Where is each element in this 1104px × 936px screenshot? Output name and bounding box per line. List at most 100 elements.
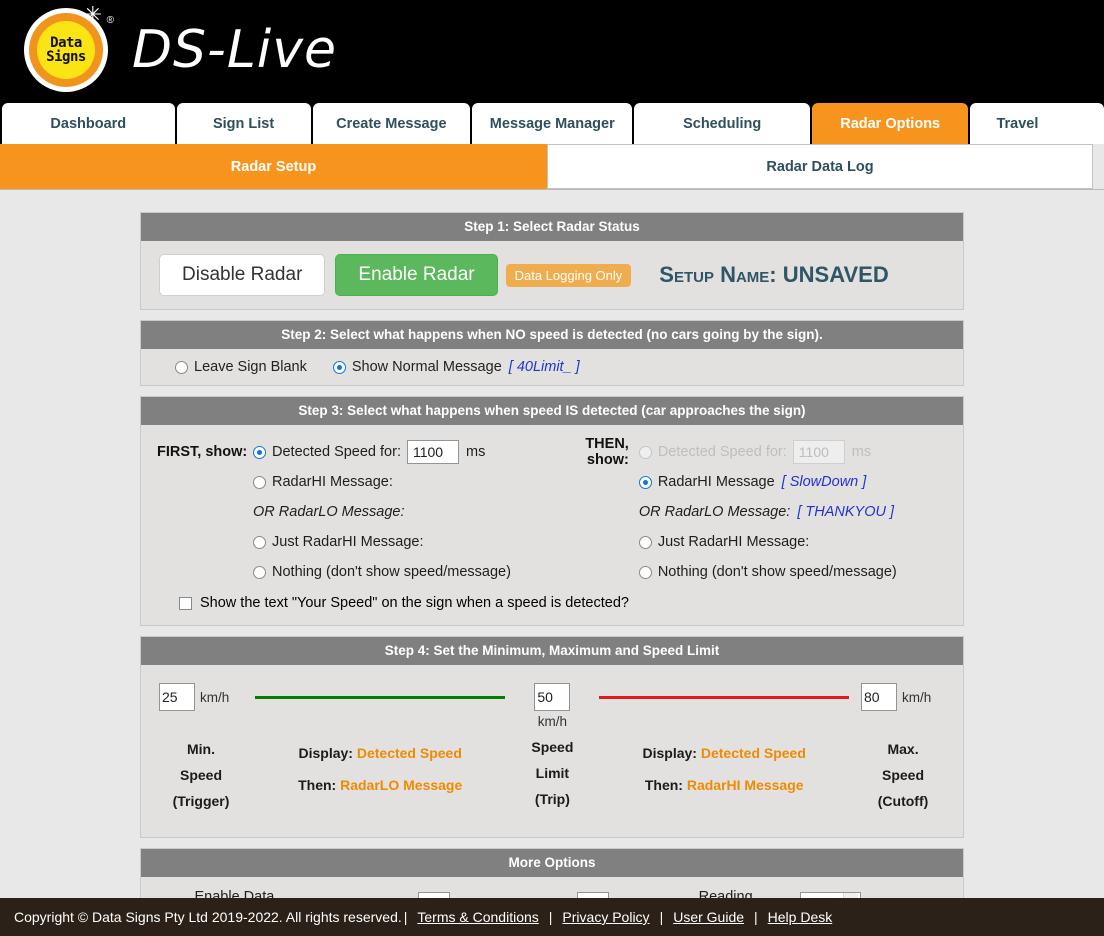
subtab-radar-data-log[interactable]: Radar Data Log xyxy=(547,144,1093,189)
then-radarlo-reference[interactable]: [ THANKYOU ] xyxy=(797,504,894,520)
enable-radar-button[interactable]: Enable Radar xyxy=(335,254,497,296)
then-detected-speed-label: Detected Speed for: xyxy=(658,444,787,460)
radio-leave-sign-blank[interactable] xyxy=(175,361,188,374)
setup-name-value: UNSAVED xyxy=(783,262,889,287)
step3-first-column: FIRST, show: Detected Speed for: ms Rada… xyxy=(157,437,543,587)
first-detected-speed-duration-input[interactable] xyxy=(407,440,459,464)
step2-title: Step 2: Select what happens when NO spee… xyxy=(141,321,963,349)
step1-body: Disable Radar Enable Radar Data Logging … xyxy=(141,241,963,309)
limit-caption-line2: Limit xyxy=(517,761,587,787)
step2-panel: Step 2: Select what happens when NO spee… xyxy=(140,320,964,386)
logo-core: Data Signs xyxy=(37,21,95,79)
disable-radar-button[interactable]: Disable Radar xyxy=(159,254,325,296)
speed-limit-input[interactable] xyxy=(534,683,570,711)
then-detected-speed-duration-input[interactable] xyxy=(793,440,845,464)
nav-tab-travel[interactable]: Travel xyxy=(970,103,1104,144)
page-footer: Copyright © Data Signs Pty Ltd 2019-2022… xyxy=(0,898,1104,936)
first-just-radarhi-label: Just RadarHI Message: xyxy=(272,534,424,550)
radio-then-radarhi-message[interactable] xyxy=(639,476,652,489)
logo-text-line1: Data xyxy=(50,36,82,50)
step3-then-column: THEN, show: Detected Speed for: ms Radar… xyxy=(543,437,947,587)
radio-then-nothing[interactable] xyxy=(639,566,652,579)
min-caption-line2: Speed xyxy=(159,763,243,789)
step4-panel: Step 4: Set the Minimum, Maximum and Spe… xyxy=(140,636,964,838)
max-caption-line3: (Cutoff) xyxy=(861,789,945,815)
first-nothing-label: Nothing (don't show speed/message) xyxy=(272,564,511,580)
then-or-radarlo-label: OR RadarLO Message: xyxy=(639,504,791,520)
radio-first-nothing[interactable] xyxy=(253,566,266,579)
high-display-label: Display: xyxy=(643,745,697,761)
footer-link-privacy[interactable]: Privacy Policy xyxy=(562,909,649,925)
registered-trademark-icon: ® xyxy=(107,16,114,26)
speed-range-track: km/h Min. Speed (Trigger) Disp xyxy=(159,683,945,815)
option-show-normal-message[interactable]: Show Normal Message [ 40Limit_ ] xyxy=(333,359,580,375)
then-radarhi-reference[interactable]: [ SlowDown ] xyxy=(782,474,867,490)
step1-title: Step 1: Select Radar Status xyxy=(141,213,963,241)
first-radarlo-row: OR RadarLO Message: xyxy=(157,497,543,527)
radio-first-just-radarhi[interactable] xyxy=(253,536,266,549)
brand-title: DS-Live xyxy=(132,20,337,80)
logo-text-line2: Signs xyxy=(46,50,86,64)
subtab-radar-setup[interactable]: Radar Setup xyxy=(0,144,547,189)
max-speed-input[interactable] xyxy=(861,683,897,711)
footer-separator-4: | xyxy=(754,909,758,925)
high-display-value: Detected Speed xyxy=(701,745,806,761)
radio-first-detected-speed[interactable] xyxy=(253,446,266,459)
low-then-label: Then: xyxy=(298,777,336,793)
step3-title: Step 3: Select what happens when speed I… xyxy=(141,397,963,425)
low-display-label: Display: xyxy=(298,745,352,761)
min-speed-input[interactable] xyxy=(159,683,195,711)
max-speed-group: km/h Max. Speed (Cutoff) xyxy=(861,683,945,815)
footer-link-guide[interactable]: User Guide xyxy=(673,909,744,925)
high-band-group: Display: Detected Speed Then: RadarHI Me… xyxy=(587,683,861,801)
main-navigation: Dashboard Sign List Create Message Messa… xyxy=(0,100,1104,144)
step1-panel: Step 1: Select Radar Status Disable Rada… xyxy=(140,212,964,310)
data-signs-logo: Data Signs ✳ ® xyxy=(22,6,110,94)
footer-link-help[interactable]: Help Desk xyxy=(768,909,833,925)
first-radarhi-row: RadarHI Message: xyxy=(157,467,543,497)
nav-tab-dashboard[interactable]: Dashboard xyxy=(2,103,175,144)
radio-then-detected-speed[interactable] xyxy=(639,446,652,459)
nav-tab-message-manager[interactable]: Message Manager xyxy=(472,103,632,144)
show-your-speed-option[interactable]: Show the text "Your Speed" on the sign w… xyxy=(157,595,947,611)
min-speed-unit: km/h xyxy=(200,690,229,705)
min-caption-line3: (Trigger) xyxy=(159,789,243,815)
first-detected-speed-row: FIRST, show: Detected Speed for: ms xyxy=(157,437,543,467)
low-range-line xyxy=(255,696,505,699)
nav-tab-create-message[interactable]: Create Message xyxy=(313,103,471,144)
radio-first-radarhi-message[interactable] xyxy=(253,476,266,489)
low-then-value: RadarLO Message xyxy=(340,777,462,793)
min-speed-group: km/h Min. Speed (Trigger) xyxy=(159,683,243,815)
nav-tab-scheduling[interactable]: Scheduling xyxy=(634,103,809,144)
sparkle-icon: ✳ xyxy=(84,4,102,26)
first-or-radarlo-label: OR RadarLO Message: xyxy=(253,504,405,520)
low-band-group: Display: Detected Speed Then: RadarLO Me… xyxy=(243,683,517,801)
high-display-row: Display: Detected Speed xyxy=(599,737,849,769)
nav-tab-radar-options[interactable]: Radar Options xyxy=(812,103,969,144)
footer-separator-3: | xyxy=(660,909,664,925)
footer-copyright: Copyright © Data Signs Pty Ltd 2019-2022… xyxy=(14,909,402,925)
option-show-normal-message-label: Show Normal Message xyxy=(352,359,502,375)
first-just-radarhi-row: Just RadarHI Message: xyxy=(157,527,543,557)
radio-then-just-radarhi[interactable] xyxy=(639,536,652,549)
then-radarlo-row: OR RadarLO Message: [ THANKYOU ] xyxy=(543,497,947,527)
setup-name-display: Setup Name: UNSAVED xyxy=(659,262,888,288)
footer-link-terms[interactable]: Terms & Conditions xyxy=(417,909,538,925)
min-caption-line1: Min. xyxy=(159,737,243,763)
step3-panel: Step 3: Select what happens when speed I… xyxy=(140,396,964,626)
high-then-label: Then: xyxy=(645,777,683,793)
normal-message-reference[interactable]: [ 40Limit_ ] xyxy=(509,359,580,375)
then-nothing-label: Nothing (don't show speed/message) xyxy=(658,564,897,580)
more-options-title: More Options xyxy=(141,849,963,877)
radio-show-normal-message[interactable] xyxy=(333,361,346,374)
step2-body: Leave Sign Blank Show Normal Message [ 4… xyxy=(141,349,963,385)
nav-tab-sign-list[interactable]: Sign List xyxy=(177,103,311,144)
data-logging-only-badge[interactable]: Data Logging Only xyxy=(506,264,632,287)
high-range-line xyxy=(599,696,849,699)
high-then-value: RadarHI Message xyxy=(687,777,804,793)
then-just-radarhi-label: Just RadarHI Message: xyxy=(658,534,810,550)
checkbox-show-your-speed[interactable] xyxy=(179,597,192,610)
then-ms-unit: ms xyxy=(852,444,871,460)
option-leave-sign-blank[interactable]: Leave Sign Blank xyxy=(175,359,307,375)
step3-body: FIRST, show: Detected Speed for: ms Rada… xyxy=(141,425,963,625)
